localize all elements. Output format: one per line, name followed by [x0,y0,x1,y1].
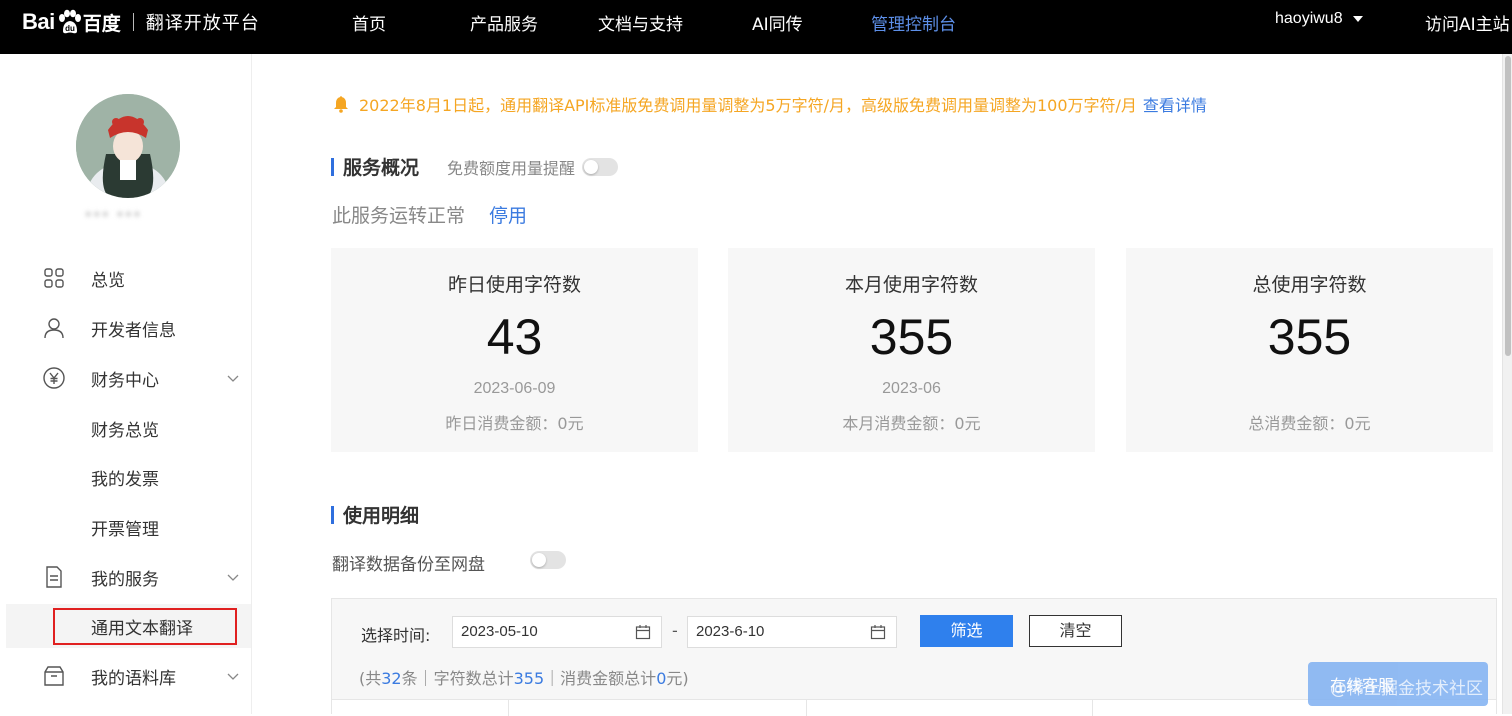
summary-chars: 355 [513,669,545,688]
chevron-down-icon [227,673,239,680]
stat-card-value: 355 [1267,309,1352,365]
summary-text: ｜消费金额总计 [544,669,657,688]
sidebar-item-label: 我的发票 [91,469,159,490]
sidebar-item-label: 我的服务 [91,569,159,590]
summary-text: 条｜字符数总计 [401,669,514,688]
view-details-link[interactable]: 查看详情 [1143,92,1207,116]
sidebar: *** *** 总览 开发者信息 财务中心 财务总览 我的发票 开票管理 我的服… [0,54,252,714]
avatar[interactable] [76,94,180,198]
end-date-input[interactable]: 2023-6-10 [687,616,897,648]
stat-card-value: 43 [486,309,543,365]
highlight-box [53,608,237,645]
nav-ai-interpretation[interactable]: AI同传 [752,10,803,35]
sidebar-item-finance-center[interactable]: 财务中心 [0,356,251,400]
filter-button[interactable]: 筛选 [920,615,1013,647]
section-title-text: 服务概况 [343,157,420,179]
notice-banner: 2022年8月1日起，通用翻译API标准版免费调用量调整为5万字符/月，高级版免… [332,92,1207,116]
platform-title: 翻译开放平台 [145,13,260,34]
end-date-value: 2023-6-10 [696,623,765,640]
section-title-text: 使用明细 [343,505,420,527]
backup-label: 翻译数据备份至网盘 [332,555,485,575]
stat-card-amount: 总消费金额：0元 [1248,414,1371,433]
grid-icon [44,268,64,288]
free-quota-reminder: 免费额度用量提醒 [447,155,619,179]
visit-ai-site-link[interactable]: 访问AI主站 [1425,10,1510,35]
sidebar-item-my-services[interactable]: 我的服务 [0,555,251,599]
stat-card-title: 昨日使用字符数 [447,274,581,296]
nav-console[interactable]: 管理控制台 [871,10,956,35]
date-range-separator: - [672,621,678,640]
stat-card-date: 2023-06 [882,380,941,397]
user-name: haoyiwu8 [1275,10,1343,27]
logo-cn-text: 百度 [82,12,121,35]
scroll-thumb[interactable] [1505,56,1511,356]
sidebar-item-label: 财务总览 [91,420,159,441]
sidebar-item-developer-info[interactable]: 开发者信息 [0,306,251,350]
stat-card-amount: 昨日消费金额：0元 [445,414,584,433]
user-display-name: *** *** [85,210,143,225]
summary-money: 0 [656,669,667,688]
service-status-text: 此服务运转正常 [332,205,466,227]
stat-card-title: 总使用字符数 [1252,274,1367,296]
backup-toggle[interactable] [530,551,566,569]
free-quota-label: 免费额度用量提醒 [447,159,576,178]
sidebar-item-my-invoices[interactable]: 我的发票 [0,455,251,499]
summary-text: (共 [359,669,382,688]
summary-count: 32 [381,669,402,688]
sidebar-item-label: 财务中心 [91,370,159,391]
user-icon [44,318,64,339]
logo-bai-text: Bai [22,9,55,34]
clear-button[interactable]: 清空 [1029,615,1122,647]
calendar-icon [635,625,651,640]
start-date-value: 2023-05-10 [461,623,538,640]
box-icon [44,666,64,686]
time-label: 选择时间: [361,626,431,645]
usage-summary: (共32条｜字符数总计355｜消费金额总计0元) [359,665,689,689]
nav-home[interactable]: 首页 [352,10,386,35]
document-icon [46,566,62,588]
section-marker [331,505,334,524]
sidebar-item-invoice-management[interactable]: 开票管理 [0,505,251,549]
yen-icon [43,367,65,389]
stat-card-title: 本月使用字符数 [844,274,978,296]
sidebar-item-label: 开票管理 [91,519,159,540]
bell-icon [334,96,348,113]
user-menu[interactable]: haoyiwu8 [1275,10,1363,28]
summary-text: 元) [666,669,689,688]
usage-detail-heading: 使用明细 [331,501,419,528]
watermark: @稀土掘金技术社区 [1330,679,1483,699]
stat-card-this-month: 本月使用字符数 355 2023-06 本月消费金额：0元 [728,248,1095,452]
sidebar-item-label: 开发者信息 [91,320,176,341]
nav-products[interactable]: 产品服务 [470,10,538,35]
paw-logo-icon: du [58,9,81,34]
chevron-down-icon [227,375,239,382]
sidebar-item-my-corpus[interactable]: 我的语料库 [0,654,251,698]
notice-text: 2022年8月1日起，通用翻译API标准版免费调用量调整为5万字符/月，高级版免… [359,96,1137,115]
baidu-logo[interactable]: Bai du 百度 翻译开放平台 [22,8,260,36]
sidebar-item-finance-overview[interactable]: 财务总览 [0,406,251,450]
service-overview-heading: 服务概况 [331,153,419,180]
stat-card-total: 总使用字符数 355 总消费金额：0元 [1126,248,1493,452]
start-date-input[interactable]: 2023-05-10 [452,616,662,648]
stat-card-yesterday: 昨日使用字符数 43 2023-06-09 昨日消费金额：0元 [331,248,698,452]
nav-docs[interactable]: 文档与支持 [598,10,683,35]
sidebar-item-label: 总览 [91,270,125,291]
stat-card-date: 2023-06-09 [473,380,556,397]
page-scrollbar[interactable] [1502,54,1512,714]
sidebar-item-overview[interactable]: 总览 [0,256,251,300]
logo-separator [132,13,134,31]
stat-card-value: 355 [869,309,954,365]
svg-text:du: du [65,24,75,33]
top-navbar: Bai du 百度 翻译开放平台 首页 产品服务 文档与支持 AI同传 管理控制… [0,0,1512,54]
stop-service-link[interactable]: 停用 [489,201,527,228]
sidebar-item-label: 我的语料库 [91,668,176,689]
stat-card-amount: 本月消费金额：0元 [842,414,981,433]
caret-down-icon [1352,16,1363,22]
chevron-down-icon [227,574,239,581]
avatar-illustration-icon [76,94,180,198]
free-quota-toggle[interactable] [582,158,619,176]
calendar-icon [870,625,886,640]
section-marker [331,157,334,176]
